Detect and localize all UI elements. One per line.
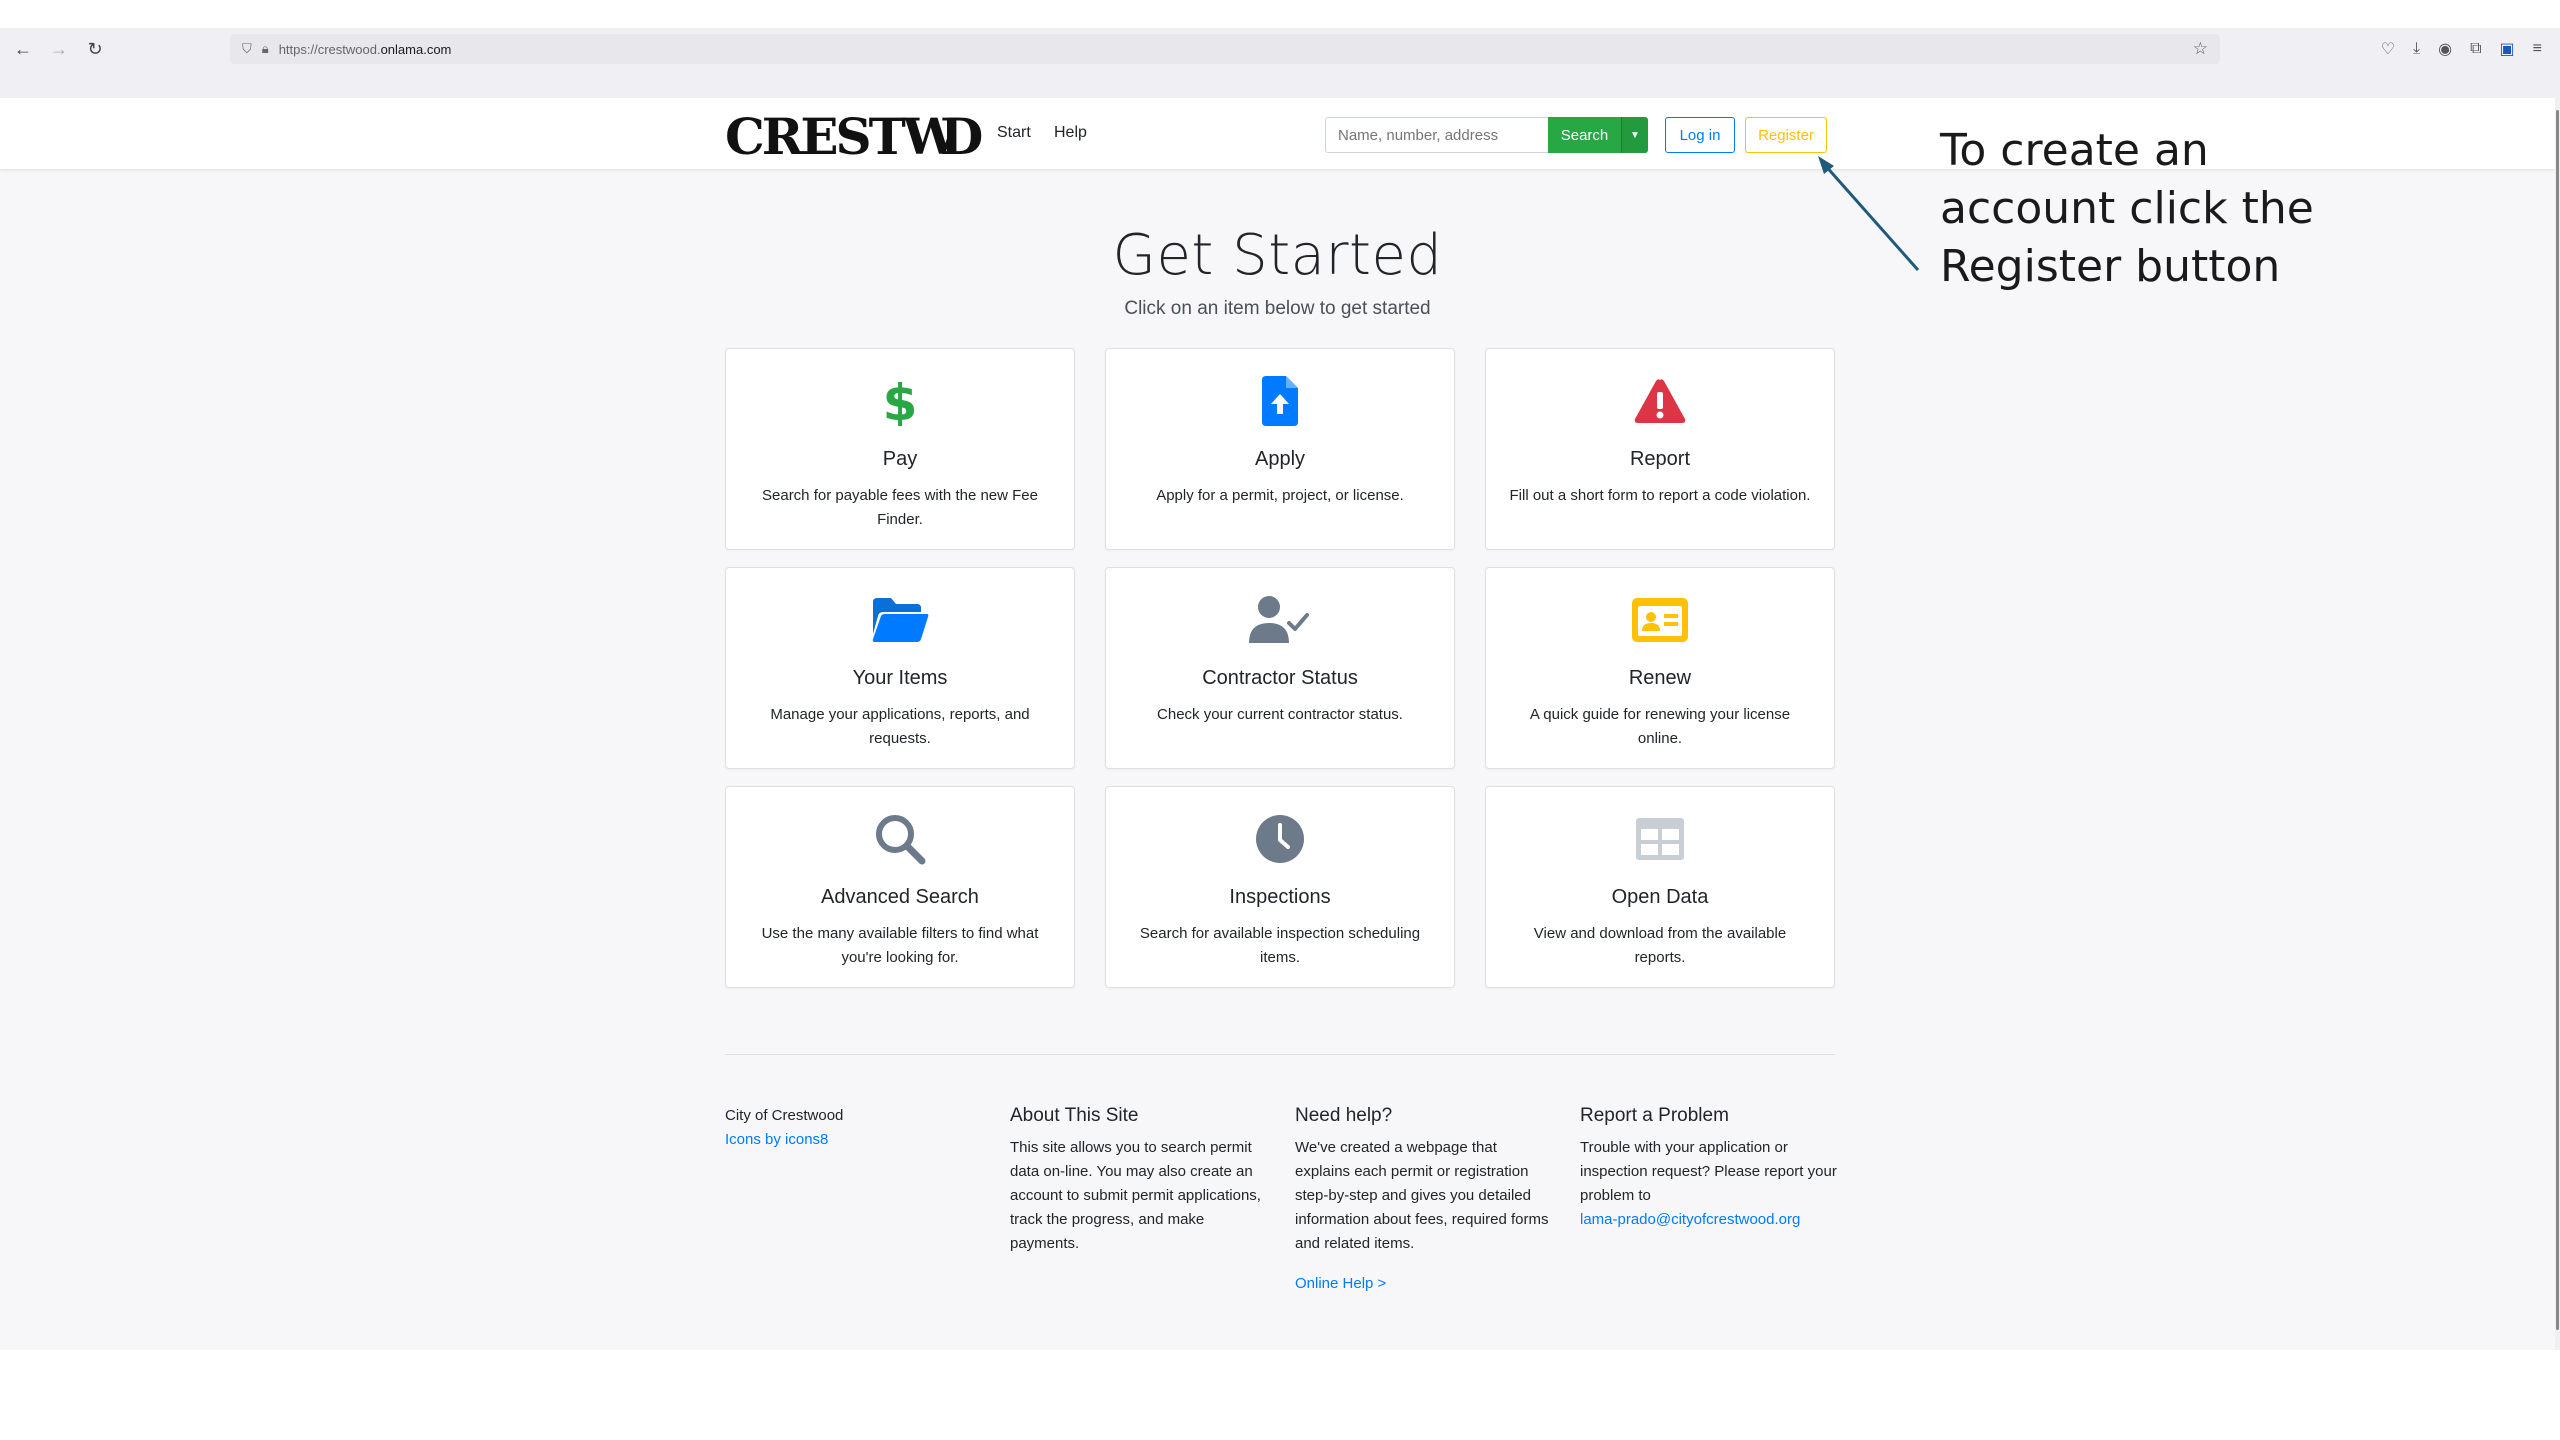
annotation-text: To create an account click the Register … [1940,125,2314,292]
browser-toolbar: ← → ↻ ⛉ 🔒︎ https://crestwood. onlama.com … [0,28,2560,70]
extensions-icon[interactable]: ⧉ [2470,40,2481,58]
search-button[interactable]: Search [1548,117,1621,153]
nav-start[interactable]: Start [997,124,1031,142]
footer-problem-title: Report a Problem [1580,1105,1729,1126]
crestwood-logo[interactable]: CREST W D [725,106,983,166]
card-description: Apply for a permit, project, or license. [1156,487,1404,504]
card-inspections[interactable]: Inspections Search for available inspect… [1105,786,1455,988]
card-your-items[interactable]: Your Items Manage your applications, rep… [725,567,1075,769]
register-button[interactable]: Register [1745,117,1827,153]
footer-problem-text: Trouble with your application or inspect… [1580,1139,1837,1204]
reload-icon[interactable]: ↻ [80,34,110,64]
bookmark-star-icon[interactable]: ☆ [2193,39,2208,59]
forward-icon[interactable]: → [44,34,74,64]
scrollbar-thumb[interactable] [2556,110,2559,1330]
card-title: Inspections [1229,886,1331,908]
back-icon[interactable]: ← [8,34,38,64]
annotation-arrow [1818,156,1920,271]
footer-divider [725,1054,1835,1055]
search-input[interactable] [1325,117,1548,153]
card-report[interactable]: Report Fill out a short form to report a… [1485,348,1835,550]
svg-text:$: $ [883,376,918,426]
card-pay[interactable]: $ Pay Search for payable fees with the n… [725,348,1075,550]
card-description: Search for payable fees with the new Fee… [762,487,1038,528]
card-title: Advanced Search [821,886,979,908]
card-description: Check your current contractor status. [1157,706,1403,723]
url-host: onlama.com [380,41,452,57]
url-prefix: https://crestwood. [278,41,381,57]
search-dropdown-toggle[interactable]: ▼ [1621,117,1648,153]
lock-icon: 🔒︎ [261,41,269,56]
footer-help-text: We've created a webpage that explains ea… [1295,1139,1549,1252]
footer-about-col: About This Site This site allows you to … [1010,1104,1270,1256]
nav-help[interactable]: Help [1054,124,1087,142]
clock-icon [1106,813,1454,865]
card-description: Use the many available filters to find w… [761,925,1039,966]
logo-text-a: CREST [725,106,906,166]
page-subtitle: Click on an item below to get started [1124,298,1431,319]
download-icon[interactable]: ⤓ [2413,40,2420,58]
browser-spacer [0,70,2560,98]
online-help-link[interactable]: Online Help > [1295,1272,1555,1296]
folder-icon [726,594,1074,646]
card-description: View and download from the available rep… [1533,925,1787,966]
logo-text-d: D [939,106,983,166]
footer-city: City of Crestwood [725,1107,844,1124]
card-title: Your Items [852,667,948,689]
pocket-icon[interactable]: ♡ [2381,39,2395,59]
problem-email-link[interactable]: lama-prado@cityofcrestwood.org [1580,1208,1840,1232]
card-title: Open Data [1611,886,1709,908]
card-description: Search for available inspection scheduli… [1139,925,1421,966]
account-icon[interactable]: ◉ [2438,39,2452,59]
card-title: Renew [1628,667,1692,689]
card-description: Fill out a short form to report a code v… [1509,487,1811,504]
url-bar[interactable]: ⛉ 🔒︎ https://crestwood. onlama.com ☆ [230,34,2220,64]
extension-app-icon[interactable]: ▣ [2500,39,2515,59]
footer-problem-col: Report a Problem Trouble with your appli… [1580,1104,1840,1232]
card-title: Contractor Status [1202,667,1358,689]
file-upload-icon [1106,375,1454,427]
footer-city-col: City of Crestwood Icons by icons8 [725,1104,985,1152]
icons-credit-link[interactable]: Icons by icons8 [725,1128,985,1152]
magnifier-icon [726,813,1074,865]
card-title: Report [1629,448,1691,470]
footer-help-col: Need help? We've created a webpage that … [1295,1104,1555,1296]
login-button[interactable]: Log in [1665,117,1735,153]
card-description: A quick guide for renewing your license … [1529,706,1791,747]
toolbar-icons: ♡ ⤓ ◉ ⧉ ▣ ≡ [2381,34,2542,64]
table-icon [1486,813,1834,865]
caret-down-icon: ▼ [1630,129,1640,141]
card-renew[interactable]: Renew A quick guide for renewing your li… [1485,567,1835,769]
menu-icon[interactable]: ≡ [2533,40,2542,58]
card-apply[interactable]: Apply Apply for a permit, project, or li… [1105,348,1455,550]
card-advanced-search[interactable]: Advanced Search Use the many available f… [725,786,1075,988]
search-group: Search ▼ [1325,117,1648,153]
card-open-data[interactable]: Open Data View and download from the ava… [1485,786,1835,988]
user-check-icon [1106,594,1454,646]
footer-about-title: About This Site [1010,1105,1139,1126]
footer-about-text: This site allows you to search permit da… [1010,1139,1261,1252]
card-title: Pay [882,448,918,470]
card-contractor-status[interactable]: Contractor Status Check your current con… [1105,567,1455,769]
card-title: Apply [1254,448,1306,470]
warning-icon [1486,375,1834,427]
shield-icon: ⛉ [242,41,252,56]
id-card-icon [1486,594,1834,646]
card-description: Manage your applications, reports, and r… [770,706,1030,747]
dollar-icon: $ [726,375,1074,427]
footer-help-title: Need help? [1295,1105,1393,1126]
